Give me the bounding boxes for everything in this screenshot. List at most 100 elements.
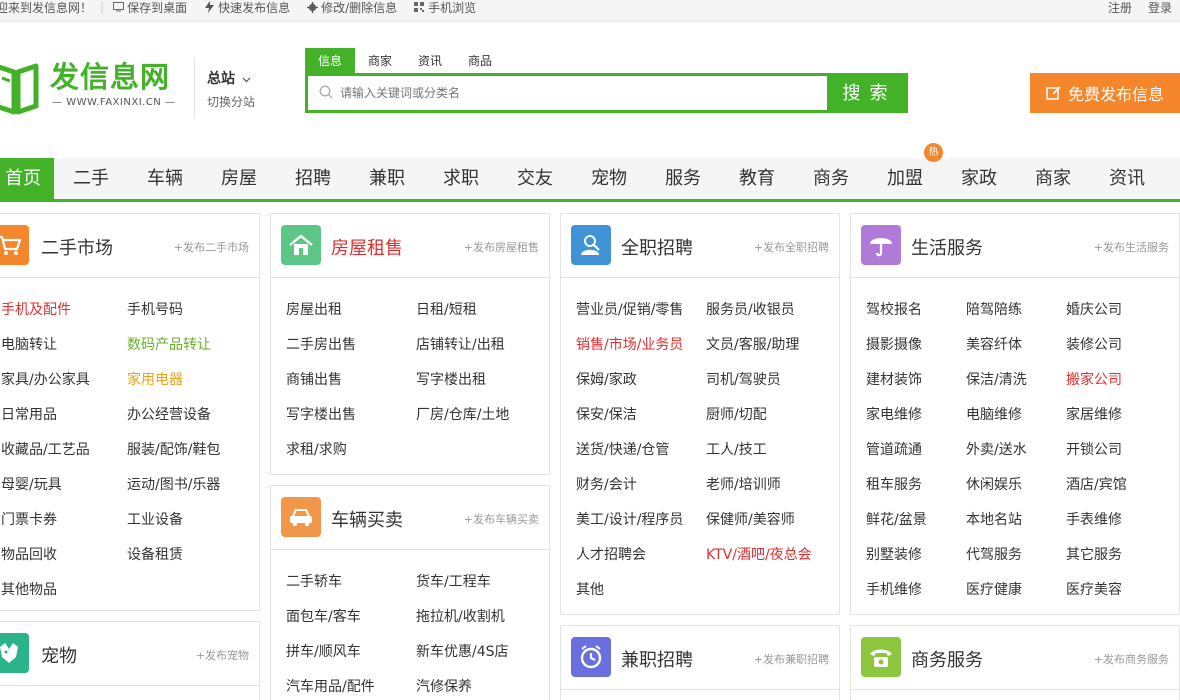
list-item[interactable]: 代驾服务 xyxy=(966,544,1022,564)
search-tab-goods[interactable]: 商品 xyxy=(455,48,505,74)
card-publish-business[interactable]: +发布商务服务 xyxy=(1094,651,1169,667)
list-item[interactable]: 二手轿车 xyxy=(286,571,342,591)
list-item[interactable]: 装修公司 xyxy=(1066,334,1122,354)
nav-item-secondhand[interactable]: 二手 xyxy=(54,158,128,199)
card-publish-parttime[interactable]: +发布兼职招聘 xyxy=(754,651,829,667)
search-tab-merchant[interactable]: 商家 xyxy=(355,48,405,74)
list-item[interactable]: 货车/工程车 xyxy=(416,571,491,591)
list-item[interactable]: 拖拉机/收割机 xyxy=(416,606,505,626)
register-link[interactable]: 注册 xyxy=(1108,0,1132,16)
list-item[interactable]: 送货/快递/仓管 xyxy=(576,439,669,459)
city-selector[interactable]: 总站 xyxy=(207,68,251,88)
list-item[interactable]: 物品回收 xyxy=(1,544,57,564)
list-item[interactable]: 休闲娱乐 xyxy=(966,474,1022,494)
list-item[interactable]: 手机维修 xyxy=(866,579,922,599)
nav-item-house[interactable]: 房屋 xyxy=(202,158,276,199)
list-item[interactable]: 其他 xyxy=(576,579,604,599)
list-item[interactable]: 摄影摄像 xyxy=(866,334,922,354)
list-item[interactable]: 设备租赁 xyxy=(127,544,183,564)
list-item[interactable]: 日常用品 xyxy=(1,404,57,424)
city-switch-link[interactable]: 切换分站 xyxy=(207,93,255,110)
search-tab-info[interactable]: 信息 xyxy=(305,48,356,74)
card-publish-life[interactable]: +发布生活服务 xyxy=(1094,239,1169,255)
list-item[interactable]: 家用电器 xyxy=(127,369,183,389)
list-item[interactable]: 其他物品 xyxy=(1,579,57,599)
list-item[interactable]: 美工/设计/程序员 xyxy=(576,509,683,529)
free-publish-button[interactable]: 免费发布信息 xyxy=(1030,73,1180,113)
list-item[interactable]: 电脑维修 xyxy=(966,404,1022,424)
list-item[interactable]: 服务员/收银员 xyxy=(706,299,795,319)
list-item[interactable]: 婚庆公司 xyxy=(1066,299,1122,319)
list-item[interactable]: 美容纤体 xyxy=(966,334,1022,354)
list-item[interactable]: 收藏品/工艺品 xyxy=(1,439,90,459)
list-item[interactable]: 面包车/客车 xyxy=(286,606,361,626)
search-input[interactable] xyxy=(308,76,828,110)
list-item[interactable]: 厨师/切配 xyxy=(706,404,767,424)
list-item[interactable]: 管道疏通 xyxy=(866,439,922,459)
nav-item-parttime[interactable]: 兼职 xyxy=(350,158,424,199)
list-item[interactable]: 租车服务 xyxy=(866,474,922,494)
list-item[interactable]: KTV/酒吧/夜总会 xyxy=(706,544,812,564)
nav-item-car[interactable]: 车辆 xyxy=(128,158,202,199)
list-item[interactable]: 服装/配饰/鞋包 xyxy=(127,439,220,459)
list-item[interactable]: 建材装饰 xyxy=(866,369,922,389)
list-item[interactable]: 营业员/促销/零售 xyxy=(576,299,683,319)
list-item[interactable]: 保姆/家政 xyxy=(576,369,637,389)
list-item[interactable]: 医疗美容 xyxy=(1066,579,1122,599)
nav-item-franchise[interactable]: 加盟 xyxy=(868,158,942,199)
quick-post-link[interactable]: 快速发布信息 xyxy=(203,0,290,16)
list-item[interactable]: 门票卡券 xyxy=(1,509,57,529)
list-item[interactable]: 汽车用品/配件 xyxy=(286,676,375,696)
list-item[interactable]: 数码产品转让 xyxy=(127,334,211,354)
list-item[interactable]: 开锁公司 xyxy=(1066,439,1122,459)
list-item[interactable]: 陪驾陪练 xyxy=(966,299,1022,319)
list-item[interactable]: 财务/会计 xyxy=(576,474,637,494)
search-tab-news[interactable]: 资讯 xyxy=(405,48,455,74)
list-item[interactable]: 求租/求购 xyxy=(286,439,347,459)
list-item[interactable]: 店铺转让/出租 xyxy=(416,334,505,354)
nav-item-jobseek[interactable]: 求职 xyxy=(424,158,498,199)
list-item[interactable]: 日租/短租 xyxy=(416,299,477,319)
list-item[interactable]: 驾校报名 xyxy=(866,299,922,319)
list-item[interactable]: 厂房/仓库/土地 xyxy=(416,404,509,424)
list-item[interactable]: 新车优惠/4S店 xyxy=(416,641,509,661)
list-item[interactable]: 保安/保洁 xyxy=(576,404,637,424)
list-item[interactable]: 商铺出售 xyxy=(286,369,342,389)
list-item[interactable]: 拼车/顺风车 xyxy=(286,641,361,661)
list-item[interactable]: 电脑转让 xyxy=(1,334,57,354)
card-publish-secondhand[interactable]: +发布二手市场 xyxy=(174,239,249,255)
list-item[interactable]: 其它服务 xyxy=(1066,544,1122,564)
list-item[interactable]: 汽修保养 xyxy=(416,676,472,696)
nav-item-business[interactable]: 商务 xyxy=(794,158,868,199)
list-item[interactable]: 工人/技工 xyxy=(706,439,767,459)
list-item[interactable]: 外卖/送水 xyxy=(966,439,1027,459)
list-item[interactable]: 医疗健康 xyxy=(966,579,1022,599)
nav-item-pet[interactable]: 宠物 xyxy=(572,158,646,199)
list-item[interactable]: 保健师/美容师 xyxy=(706,509,795,529)
list-item[interactable]: 运动/图书/乐器 xyxy=(127,474,220,494)
list-item[interactable]: 鲜花/盆景 xyxy=(866,509,927,529)
list-item[interactable]: 母婴/玩具 xyxy=(1,474,62,494)
list-item[interactable]: 写字楼出租 xyxy=(416,369,486,389)
nav-item-housekeeping[interactable]: 家政 xyxy=(942,158,1016,199)
list-item[interactable]: 人才招聘会 xyxy=(576,544,646,564)
list-item[interactable]: 家具/办公家具 xyxy=(1,369,90,389)
nav-item-dating[interactable]: 交友 xyxy=(498,158,572,199)
list-item[interactable]: 家居维修 xyxy=(1066,404,1122,424)
card-publish-house[interactable]: +发布房屋租售 xyxy=(464,239,539,255)
list-item[interactable]: 房屋出租 xyxy=(286,299,342,319)
list-item[interactable]: 搬家公司 xyxy=(1066,369,1122,389)
site-logo[interactable]: 发信息网 — WWW.FAXINXI.CN — xyxy=(0,60,190,120)
mobile-link[interactable]: 手机浏览 xyxy=(413,0,476,16)
list-item[interactable]: 手机及配件 xyxy=(1,299,71,319)
nav-item-merchant[interactable]: 商家 xyxy=(1016,158,1090,199)
list-item[interactable]: 手机号码 xyxy=(127,299,183,319)
nav-item-service[interactable]: 服务 xyxy=(646,158,720,199)
list-item[interactable]: 家电维修 xyxy=(866,404,922,424)
list-item[interactable]: 文员/客服/助理 xyxy=(706,334,799,354)
save-desktop-link[interactable]: 保存到桌面 xyxy=(112,0,187,16)
search-button[interactable]: 搜 索 xyxy=(827,76,905,110)
login-link[interactable]: 登录 xyxy=(1148,0,1172,16)
list-item[interactable]: 工业设备 xyxy=(127,509,183,529)
card-publish-job[interactable]: +发布全职招聘 xyxy=(754,239,829,255)
